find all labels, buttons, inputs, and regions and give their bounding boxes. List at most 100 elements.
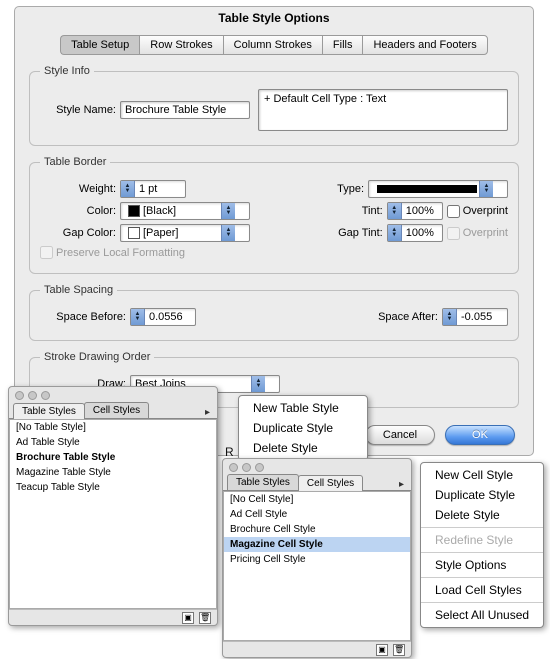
trash-icon[interactable]: 🗑 — [393, 644, 405, 656]
tab-fills[interactable]: Fills — [322, 35, 363, 55]
overprint-checkbox[interactable]: Overprint — [447, 205, 508, 218]
menu-separator — [421, 577, 543, 578]
tint-value[interactable] — [402, 205, 442, 217]
list-item[interactable]: Ad Cell Style — [224, 507, 410, 522]
menu-delete-style[interactable]: Delete Style — [421, 505, 543, 525]
menu-redefine-style: Redefine Style — [421, 530, 543, 550]
gap-color-value: [Paper] — [143, 227, 178, 239]
panel-tab-table-styles[interactable]: Table Styles — [227, 474, 299, 490]
tab-row-strokes[interactable]: Row Strokes — [139, 35, 222, 55]
menu-delete-style[interactable]: Delete Style — [239, 438, 367, 458]
list-item[interactable]: Magazine Table Style — [10, 465, 216, 480]
table-spacing-group: Table Spacing Space Before: ▲▼ Space Aft… — [29, 284, 519, 341]
stepper-arrows-icon[interactable]: ▲▼ — [121, 181, 135, 197]
stepper-arrows-icon[interactable]: ▲▼ — [131, 309, 145, 325]
type-dropdown[interactable]: ▲▼ — [368, 180, 508, 198]
list-item[interactable]: [No Cell Style] — [224, 492, 410, 507]
line-style-preview — [377, 185, 477, 193]
menu-duplicate-style[interactable]: Duplicate Style — [421, 485, 543, 505]
overprint-check-input[interactable] — [447, 205, 460, 218]
style-name-label: Style Name: — [40, 104, 120, 116]
table-border-group: Table Border Weight: ▲▼ Type: ▲▼ Color: … — [29, 156, 519, 274]
menu-separator — [421, 602, 543, 603]
stepper-arrows-icon[interactable]: ▲▼ — [443, 309, 457, 325]
zoom-dot-icon[interactable] — [41, 391, 50, 400]
list-item[interactable]: Teacup Table Style — [10, 480, 216, 495]
list-item[interactable]: [No Table Style] — [10, 420, 216, 435]
gap-tint-label: Gap Tint: — [329, 227, 387, 239]
dropdown-arrows-icon[interactable]: ▲▼ — [221, 225, 235, 241]
cancel-button[interactable]: Cancel — [365, 425, 435, 445]
trash-icon[interactable]: 🗑 — [199, 612, 211, 624]
window-controls[interactable] — [223, 459, 411, 472]
table-styles-flyout-menu: New Table Style Duplicate Style Delete S… — [238, 395, 368, 461]
color-label: Color: — [40, 205, 120, 217]
dialog-button-row: Cancel OK — [365, 425, 515, 445]
cell-styles-flyout-menu: New Cell Style Duplicate Style Delete St… — [420, 462, 544, 628]
list-item[interactable]: Brochure Cell Style — [224, 522, 410, 537]
list-item-selected[interactable]: Magazine Cell Style — [224, 537, 410, 552]
style-info-legend: Style Info — [40, 65, 94, 77]
cell-styles-list[interactable]: [No Cell Style] Ad Cell Style Brochure C… — [223, 491, 411, 641]
list-item-selected[interactable]: Brochure Table Style — [10, 450, 216, 465]
table-border-legend: Table Border — [40, 156, 110, 168]
close-dot-icon[interactable] — [229, 463, 238, 472]
new-style-icon[interactable]: ▣ — [376, 644, 388, 656]
window-controls[interactable] — [9, 387, 217, 400]
panel-flyout-icon[interactable]: ▸ — [202, 407, 213, 418]
min-dot-icon[interactable] — [242, 463, 251, 472]
tint-stepper[interactable]: ▲▼ — [387, 202, 443, 220]
list-item[interactable]: Ad Table Style — [10, 435, 216, 450]
gap-tint-stepper[interactable]: ▲▼ — [387, 224, 443, 242]
weight-stepper[interactable]: ▲▼ — [120, 180, 186, 198]
menu-duplicate-style[interactable]: Duplicate Style — [239, 418, 367, 438]
ok-button[interactable]: OK — [445, 425, 515, 445]
menu-select-all-unused[interactable]: Select All Unused — [421, 605, 543, 625]
list-item[interactable]: Pricing Cell Style — [224, 552, 410, 567]
zoom-dot-icon[interactable] — [255, 463, 264, 472]
close-dot-icon[interactable] — [15, 391, 24, 400]
dropdown-arrows-icon[interactable]: ▲▼ — [221, 203, 235, 219]
table-styles-list[interactable]: [No Table Style] Ad Table Style Brochure… — [9, 419, 217, 609]
panel-flyout-icon[interactable]: ▸ — [396, 479, 407, 490]
stepper-arrows-icon[interactable]: ▲▼ — [388, 225, 402, 241]
preserve-label: Preserve Local Formatting — [56, 247, 185, 259]
panel-tab-cell-styles[interactable]: Cell Styles — [298, 475, 363, 491]
color-value: [Black] — [143, 205, 176, 217]
table-spacing-legend: Table Spacing — [40, 284, 117, 296]
stepper-arrows-icon[interactable]: ▲▼ — [388, 203, 402, 219]
preserve-check-input — [40, 246, 53, 259]
space-after-value[interactable] — [457, 311, 507, 323]
menu-style-options[interactable]: Style Options — [421, 555, 543, 575]
type-label: Type: — [318, 183, 368, 195]
dropdown-arrows-icon[interactable]: ▲▼ — [251, 376, 265, 392]
gap-tint-value[interactable] — [402, 227, 442, 239]
panel-tab-cell-styles[interactable]: Cell Styles — [84, 402, 149, 418]
new-style-icon[interactable]: ▣ — [182, 612, 194, 624]
tab-headers-footers[interactable]: Headers and Footers — [362, 35, 487, 55]
tint-label: Tint: — [337, 205, 387, 217]
tab-table-setup[interactable]: Table Setup — [60, 35, 139, 55]
style-info-group: Style Info Style Name: + Default Cell Ty… — [29, 65, 519, 146]
default-cell-type-box: + Default Cell Type : Text — [258, 89, 508, 131]
menu-separator — [421, 552, 543, 553]
dropdown-arrows-icon[interactable]: ▲▼ — [479, 181, 493, 197]
space-after-stepper[interactable]: ▲▼ — [442, 308, 508, 326]
preserve-formatting-checkbox: Preserve Local Formatting — [40, 246, 185, 259]
panel-tab-table-styles[interactable]: Table Styles — [13, 403, 85, 419]
default-cell-type-text: + Default Cell Type : Text — [264, 93, 386, 105]
menu-new-cell-style[interactable]: New Cell Style — [421, 465, 543, 485]
space-before-value[interactable] — [145, 311, 195, 323]
space-after-label: Space After: — [378, 311, 442, 323]
gap-overprint-label: Overprint — [463, 227, 508, 239]
color-dropdown[interactable]: [Black] ▲▼ — [120, 202, 250, 220]
gap-color-dropdown[interactable]: [Paper] ▲▼ — [120, 224, 250, 242]
weight-value[interactable] — [135, 183, 185, 195]
menu-new-table-style[interactable]: New Table Style — [239, 398, 367, 418]
menu-load-cell-styles[interactable]: Load Cell Styles — [421, 580, 543, 600]
style-name-input[interactable] — [120, 101, 250, 119]
min-dot-icon[interactable] — [28, 391, 37, 400]
cell-styles-panel: Table Styles Cell Styles ▸ [No Cell Styl… — [222, 458, 412, 658]
space-before-stepper[interactable]: ▲▼ — [130, 308, 196, 326]
tab-column-strokes[interactable]: Column Strokes — [223, 35, 322, 55]
